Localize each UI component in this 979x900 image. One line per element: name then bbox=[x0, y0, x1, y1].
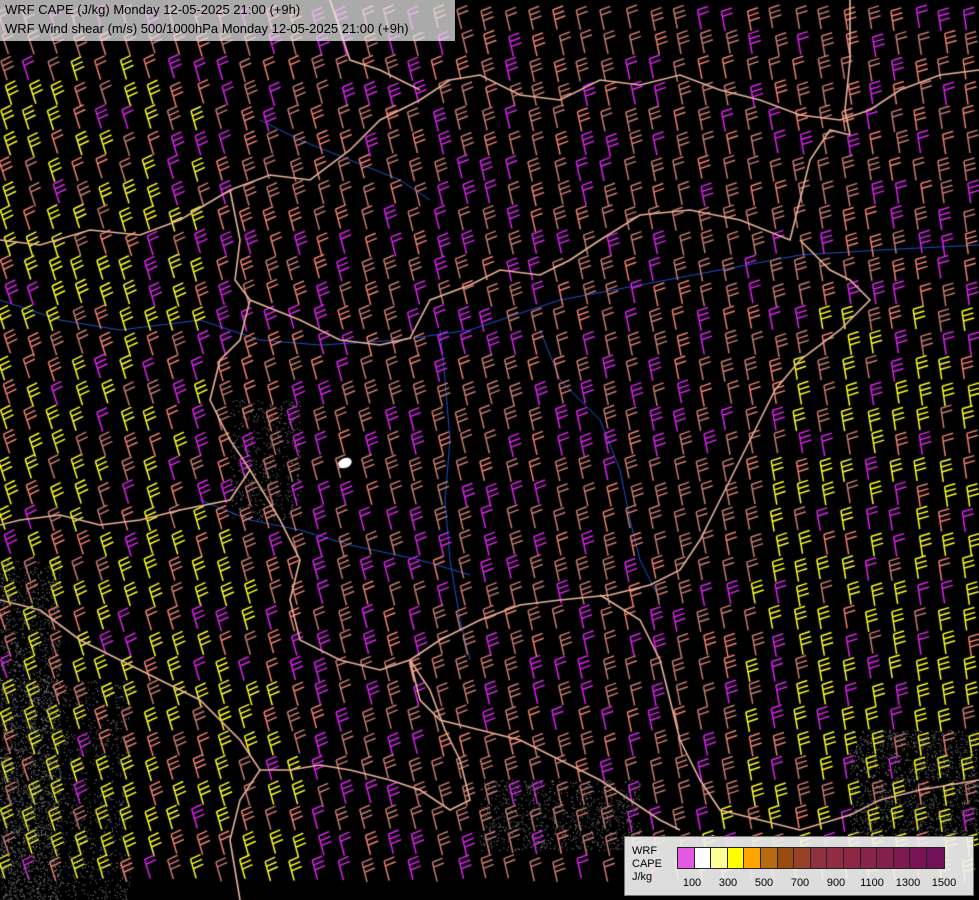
legend-tick-label: 100 bbox=[682, 877, 702, 889]
legend-tick-label: 700 bbox=[790, 877, 810, 889]
legend-color-scale bbox=[677, 847, 945, 869]
wind-shear-title: WRF Wind shear (m/s) 500/1000hPa Monday … bbox=[5, 21, 409, 36]
legend-swatch bbox=[893, 848, 911, 868]
legend-tick-label: 1500 bbox=[931, 877, 957, 889]
map-title-box: WRF CAPE (J/kg) Monday 12-05-2025 21:00 … bbox=[0, 0, 455, 41]
legend-tick-label: 1100 bbox=[860, 877, 884, 889]
legend-title-cape: CAPE bbox=[632, 858, 662, 870]
legend-swatch bbox=[760, 848, 778, 868]
legend-tick-label: 500 bbox=[754, 877, 774, 889]
legend-swatch bbox=[843, 848, 861, 868]
legend-tick-label: 1300 bbox=[895, 877, 921, 889]
legend-swatch bbox=[727, 848, 745, 868]
wind-shear-map bbox=[0, 0, 979, 900]
cape-title: WRF CAPE (J/kg) Monday 12-05-2025 21:00 … bbox=[5, 2, 301, 17]
legend-swatch bbox=[694, 848, 712, 868]
legend-tick-label: 300 bbox=[718, 877, 738, 889]
legend-swatch bbox=[926, 848, 944, 868]
legend-swatch bbox=[744, 848, 761, 868]
legend-swatch bbox=[827, 848, 844, 868]
legend-swatch bbox=[711, 848, 728, 868]
legend-title-unit: J/kg bbox=[632, 871, 653, 883]
legend-swatch bbox=[860, 848, 878, 868]
legend-swatch bbox=[910, 848, 927, 868]
legend-swatch bbox=[794, 848, 811, 868]
legend-swatch bbox=[877, 848, 894, 868]
legend-swatch bbox=[777, 848, 795, 868]
legend-swatch bbox=[678, 848, 695, 868]
legend-swatch bbox=[810, 848, 828, 868]
cape-legend: WRF CAPE J/kg 100 300 500 700 900 1100 1300 150… bbox=[624, 836, 974, 896]
legend-tick-label: 900 bbox=[826, 877, 846, 889]
legend-title-wrf: WRF bbox=[632, 845, 658, 857]
legend-title: WRF CAPE J/kg bbox=[632, 845, 662, 884]
